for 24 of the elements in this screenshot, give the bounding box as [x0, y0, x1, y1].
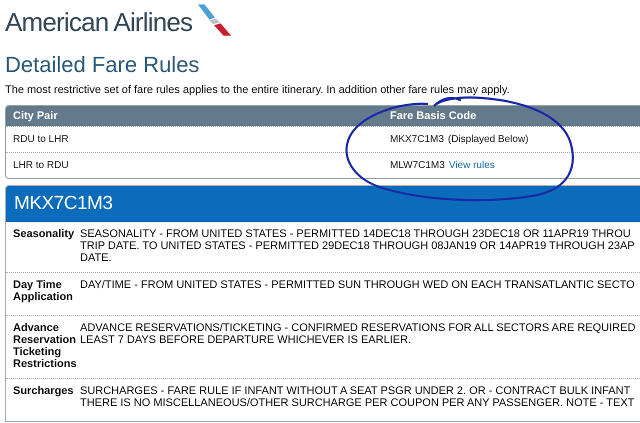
fare-note: (Displayed Below): [448, 134, 528, 145]
intro-text: The most restrictive set of fare rules applies to the entire itinerary. In addition other fare rules may apply.: [5, 84, 511, 96]
rule-text: DATE.: [80, 252, 112, 264]
brand-name: American Airlines: [5, 7, 192, 38]
rule-label: Seasonality: [12, 228, 76, 242]
panel-title: MKX7C1M3: [6, 186, 640, 222]
column-header: Fare Basis Code: [389, 110, 478, 122]
fare-code: MLW7C1M3: [390, 160, 445, 171]
column-header: City Pair: [12, 110, 59, 122]
rule-text: SURCHARGES - FARE RULE IF INFANT WITHOUT A SEAT PSGR UNDER 2. OR - CONTRACT BULK INFANT: [80, 385, 630, 397]
fare-code: MKX7C1M3: [390, 134, 444, 145]
rule-text: DAY/TIME - FROM UNITED STATES - PERMITTED SUN THROUGH WED ON EACH TRANSATLANTIC SECTO: [80, 279, 635, 291]
rule-text: SEASONALITY - FROM UNITED STATES - PERMITTED 14DEC18 THROUGH 23DEC18 OR 11APR19 THROU: [80, 228, 631, 240]
view-rules-link[interactable]: View rules: [448, 160, 495, 171]
rule-text: ADVANCE RESERVATIONS/TICKETING - CONFIRMED RESERVATIONS FOR ALL SECTORS ARE REQUIRED: [80, 322, 636, 334]
rule-text: TRIP DATE. TO UNITED STATES - PERMITTED 29DEC18 THROUGH 08JAN19 OR 14APR19 THROUGH 23AP: [80, 240, 635, 252]
table-cell-text: LHR to RDU: [12, 160, 70, 171]
rule-label: Day Time Application: [12, 279, 74, 305]
table-cell-text: RDU to LHR: [12, 134, 70, 145]
rule-text: THERE IS NO MISCELLANEOUS/OTHER SURCHARGE PER COUPON PER ANY PASSENGER. NOTE - TEXT: [80, 397, 634, 409]
rule-label: Surcharges: [12, 385, 75, 399]
rule-label: Advance Reservation Ticketing Restrictions: [12, 322, 78, 370]
page-title: Detailed Fare Rules: [5, 52, 200, 78]
rule-text: LEAST 7 DAYS BEFORE DEPARTURE WHICHEVER IS EARLIER.: [80, 334, 412, 346]
